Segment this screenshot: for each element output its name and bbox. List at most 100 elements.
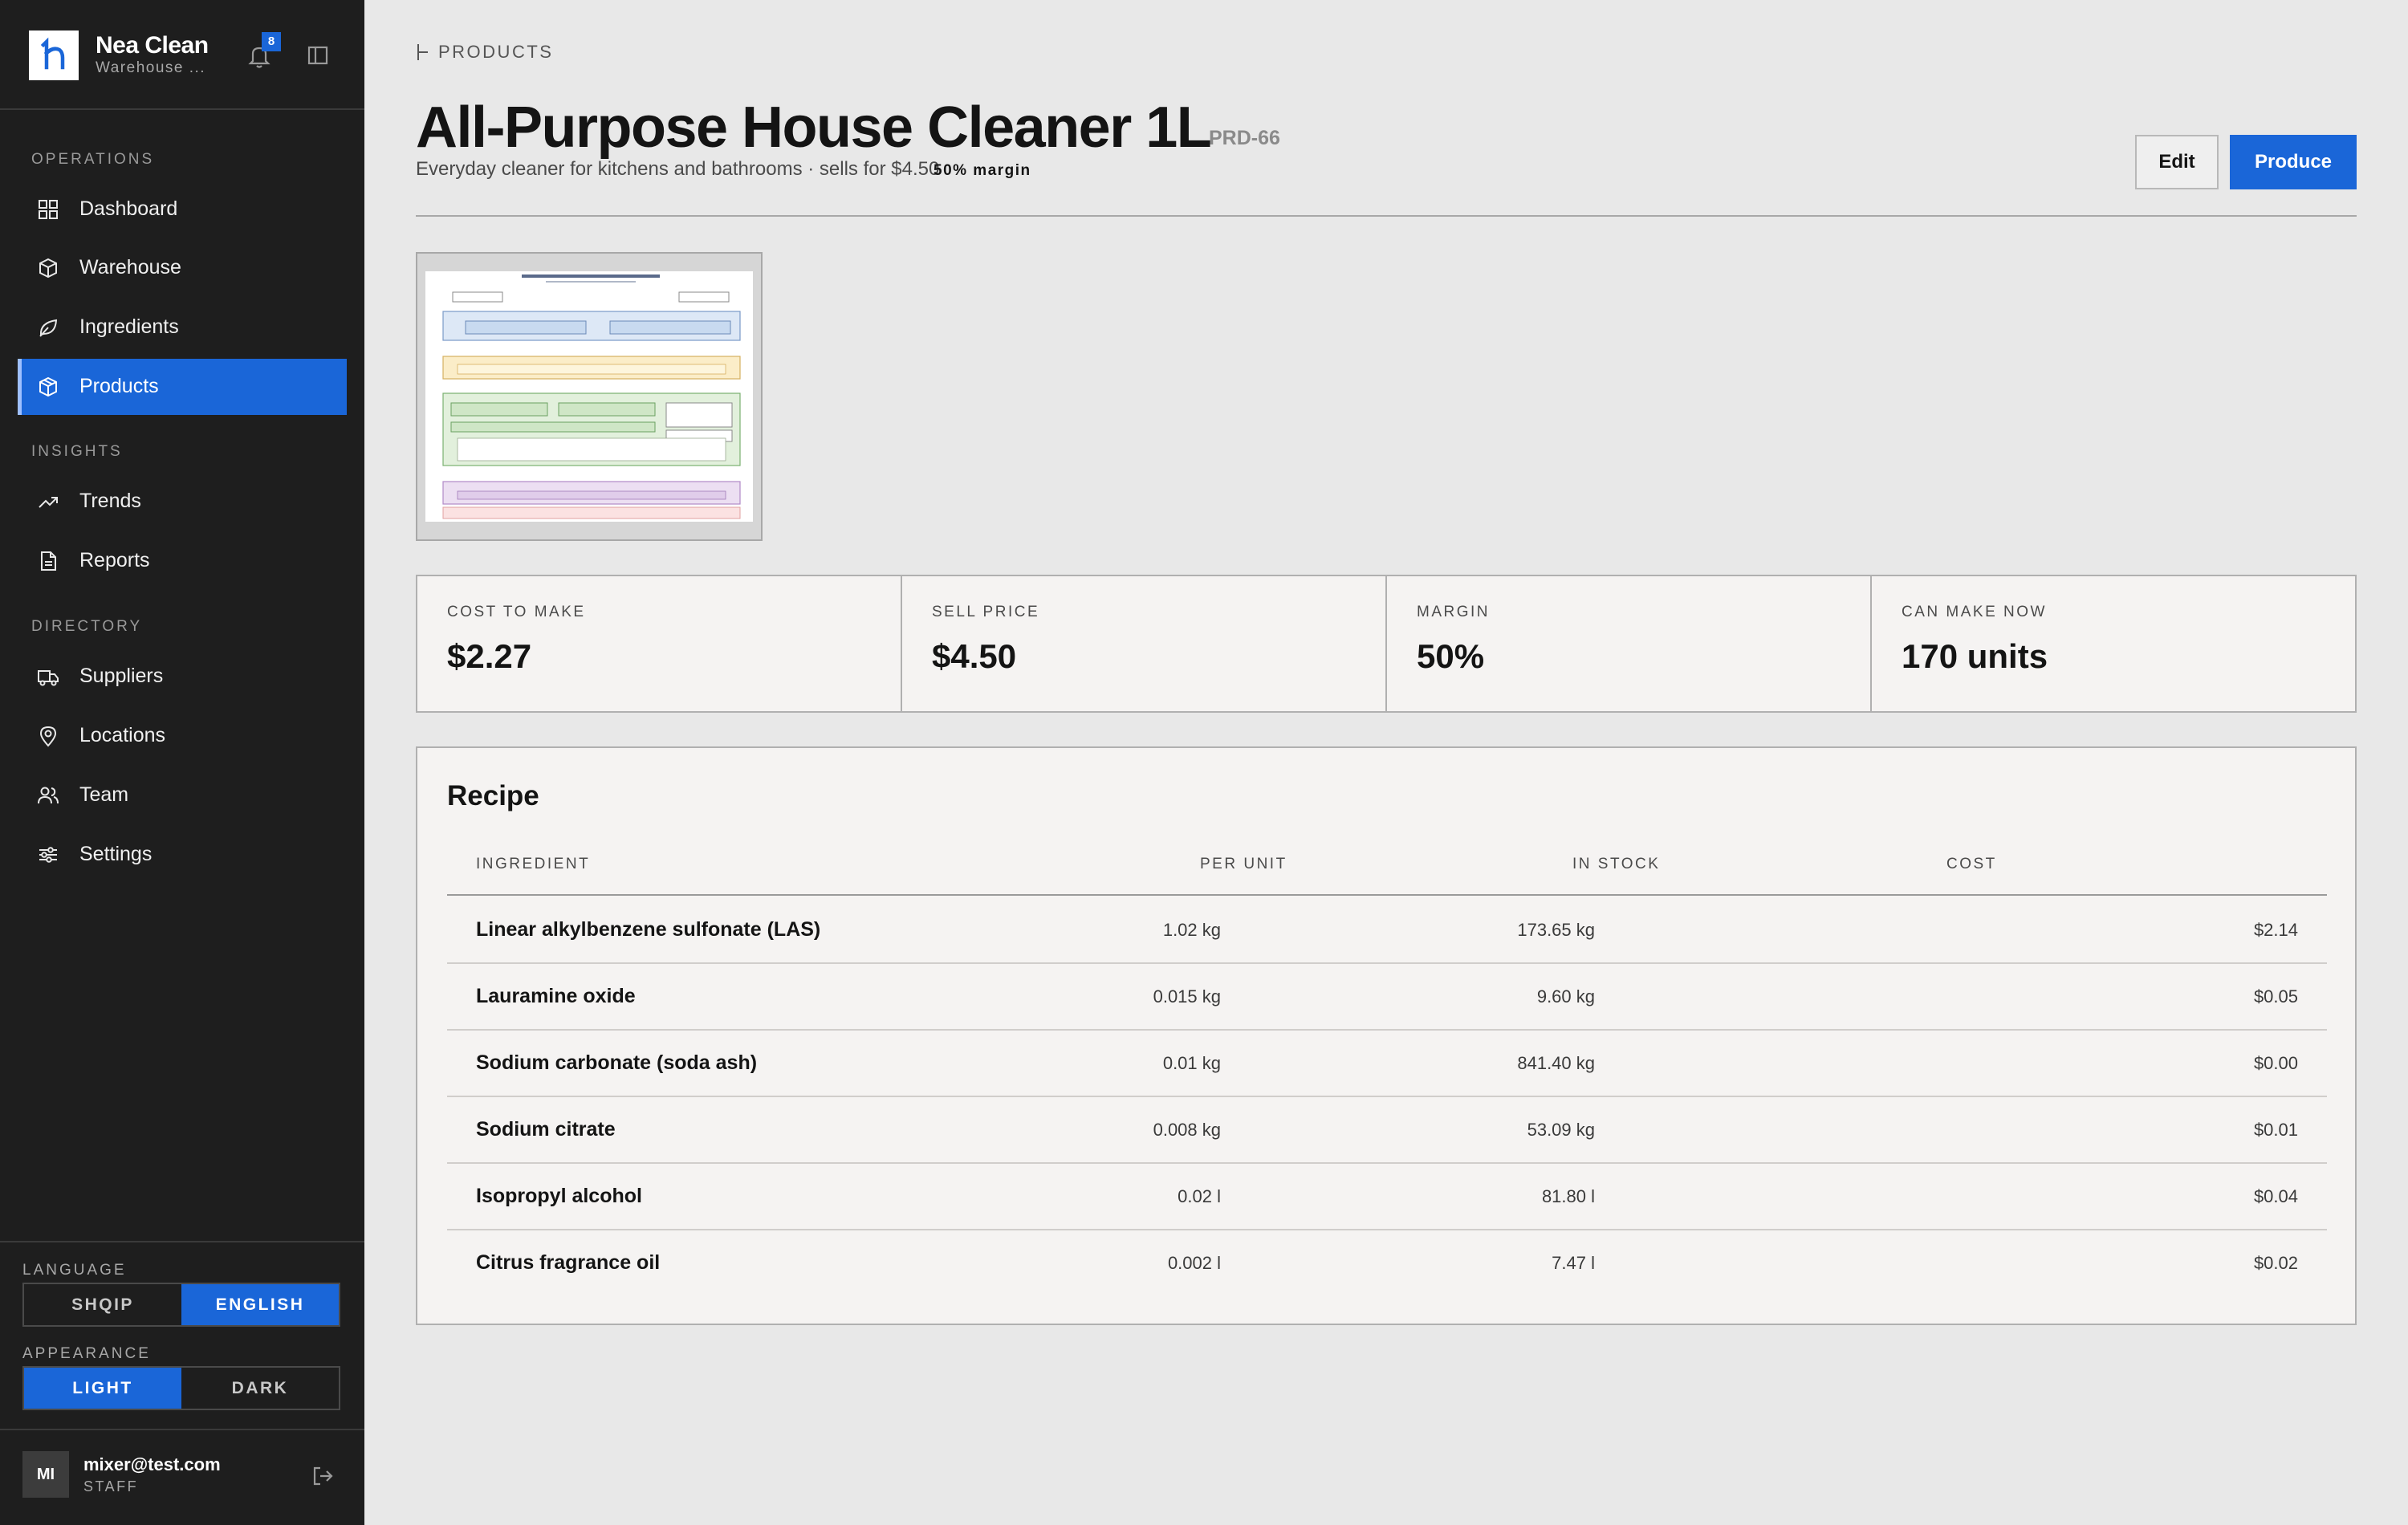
sidebar-item-label: Team [79, 783, 129, 806]
language-option-shqip[interactable]: SHQIP [24, 1284, 181, 1325]
column-header-ingredient[interactable]: INGREDIENT [476, 856, 590, 873]
page-title: All-Purpose House Cleaner 1L [416, 96, 1212, 160]
cost-value: $0.02 [2253, 1253, 2298, 1273]
stat-sell-price: SELL PRICE $4.50 [902, 576, 1387, 711]
sidebar-item-label: Trends [79, 490, 141, 512]
box-icon [39, 258, 57, 279]
stats-bar: COST TO MAKE $2.27 SELL PRICE $4.50 MARG… [416, 575, 2357, 713]
product-image-diagram [442, 274, 741, 519]
app-logo-icon[interactable] [29, 31, 79, 80]
in-stock-value: 173.65 kg [1517, 920, 1595, 940]
map-pin-icon [39, 726, 57, 747]
sidebar-item-team[interactable]: Team [18, 767, 347, 824]
sidebar-item-label: Locations [79, 724, 166, 746]
appearance-option-light[interactable]: LIGHT [24, 1368, 181, 1409]
stat-label: MARGIN [1417, 604, 1490, 620]
language-option-english[interactable]: ENGLISH [181, 1284, 339, 1325]
stat-label: CAN MAKE NOW [1902, 604, 2047, 620]
per-unit-value: 0.002 l [1167, 1253, 1221, 1273]
produce-button[interactable]: Produce [2230, 135, 2357, 189]
product-description: Everyday cleaner for kitchens and bathro… [416, 158, 940, 180]
product-image[interactable] [416, 252, 763, 541]
column-header-in-stock[interactable]: IN STOCK [1572, 856, 1660, 873]
user-divider [0, 1429, 364, 1430]
in-stock-value: 9.60 kg [1536, 986, 1595, 1007]
appearance-option-dark[interactable]: DARK [181, 1368, 339, 1409]
stat-value: 170 units [1902, 637, 2048, 675]
cost-value: $0.04 [2253, 1186, 2298, 1206]
sidebar-toggle-icon[interactable] [306, 43, 330, 67]
language-label: LANGUAGE [22, 1262, 127, 1279]
breadcrumb-marker-icon [417, 44, 428, 60]
recipe-title: Recipe [447, 780, 539, 811]
table-row[interactable]: Citrus fragrance oil 0.002 l 7.47 l $0.0… [447, 1230, 2327, 1297]
in-stock-value: 7.47 l [1552, 1253, 1595, 1273]
stat-cost-to-make: COST TO MAKE $2.27 [417, 576, 902, 711]
stat-label: SELL PRICE [932, 604, 1040, 620]
stat-value: 50% [1417, 637, 1485, 675]
sidebar-item-label: Reports [79, 549, 150, 571]
user-role: STAFF [83, 1478, 139, 1494]
sidebar-item-dashboard[interactable]: Dashboard [18, 181, 347, 238]
truck-icon [38, 670, 59, 686]
sidebar-item-ingredients[interactable]: Ingredients [18, 299, 347, 356]
column-header-cost[interactable]: COST [1946, 856, 1997, 873]
edit-button[interactable]: Edit [2135, 135, 2219, 189]
appearance-switcher: LIGHT DARK [22, 1366, 340, 1410]
table-row[interactable]: Sodium carbonate (soda ash) 0.01 kg 841.… [447, 1031, 2327, 1097]
sidebar-item-trends[interactable]: Trends [18, 474, 347, 530]
recipe-table-header: INGREDIENT PER UNIT IN STOCK COST [447, 856, 2327, 896]
sidebar-item-label: Settings [79, 843, 153, 865]
sidebar-item-settings[interactable]: Settings [18, 827, 347, 883]
per-unit-value: 1.02 kg [1162, 920, 1221, 940]
cost-value: $0.01 [2253, 1120, 2298, 1140]
header-divider [416, 215, 2357, 217]
section-operations: OPERATIONS [31, 151, 155, 168]
stat-value: $4.50 [932, 637, 1017, 675]
avatar: MI [22, 1451, 69, 1498]
notification-badge: 8 [262, 32, 281, 51]
ingredient-name: Sodium carbonate (soda ash) [476, 1051, 758, 1074]
sidebar-item-label: Warehouse [79, 256, 181, 279]
ingredient-name: Isopropyl alcohol [476, 1185, 642, 1207]
in-stock-value: 841.40 kg [1517, 1053, 1595, 1073]
table-row[interactable]: Linear alkylbenzene sulfonate (LAS) 1.02… [447, 897, 2327, 964]
user-email: mixer@test.com [83, 1454, 221, 1474]
per-unit-value: 0.01 kg [1162, 1053, 1221, 1073]
app-name: Nea Clean [96, 32, 209, 59]
in-stock-value: 53.09 kg [1527, 1120, 1595, 1140]
logout-icon[interactable] [311, 1464, 335, 1488]
table-row[interactable]: Isopropyl alcohol 0.02 l 81.80 l $0.04 [447, 1164, 2327, 1230]
cost-value: $2.14 [2253, 920, 2298, 940]
ingredient-name: Citrus fragrance oil [476, 1251, 661, 1274]
per-unit-value: 0.008 kg [1153, 1120, 1221, 1140]
package-icon [39, 376, 57, 397]
sidebar-item-products[interactable]: Products [18, 359, 347, 415]
dashboard-icon [39, 200, 58, 219]
table-row[interactable]: Sodium citrate 0.008 kg 53.09 kg $0.01 [447, 1097, 2327, 1164]
sidebar-item-locations[interactable]: Locations [18, 708, 347, 764]
sidebar: Nea Clean Warehouse ... 8 OPERATIONS Das… [0, 0, 364, 1525]
ingredient-name: Sodium citrate [476, 1118, 616, 1141]
sidebar-item-reports[interactable]: Reports [18, 533, 347, 589]
margin-badge: 50% margin [934, 162, 1031, 179]
stat-margin: MARGIN 50% [1387, 576, 1872, 711]
sidebar-divider [0, 1241, 364, 1242]
trending-up-icon [39, 497, 58, 508]
recipe-card: Recipe INGREDIENT PER UNIT IN STOCK COST… [416, 746, 2357, 1325]
table-row[interactable]: Lauramine oxide 0.015 kg 9.60 kg $0.05 [447, 964, 2327, 1031]
sidebar-item-suppliers[interactable]: Suppliers [18, 649, 347, 705]
column-header-per-unit[interactable]: PER UNIT [1200, 856, 1287, 873]
stat-value: $2.27 [447, 637, 532, 675]
breadcrumb-item-products[interactable]: PRODUCTS [438, 42, 553, 63]
sidebar-item-label: Dashboard [79, 197, 178, 220]
per-unit-value: 0.02 l [1178, 1186, 1221, 1206]
ingredient-name: Lauramine oxide [476, 985, 636, 1007]
cost-value: $0.00 [2253, 1053, 2298, 1073]
language-switcher: SHQIP ENGLISH [22, 1283, 340, 1327]
ingredient-name: Linear alkylbenzene sulfonate (LAS) [476, 918, 821, 941]
product-image-preview [425, 271, 753, 522]
section-directory: DIRECTORY [31, 618, 143, 635]
appearance-label: APPEARANCE [22, 1345, 151, 1362]
sidebar-item-warehouse[interactable]: Warehouse [18, 240, 347, 296]
